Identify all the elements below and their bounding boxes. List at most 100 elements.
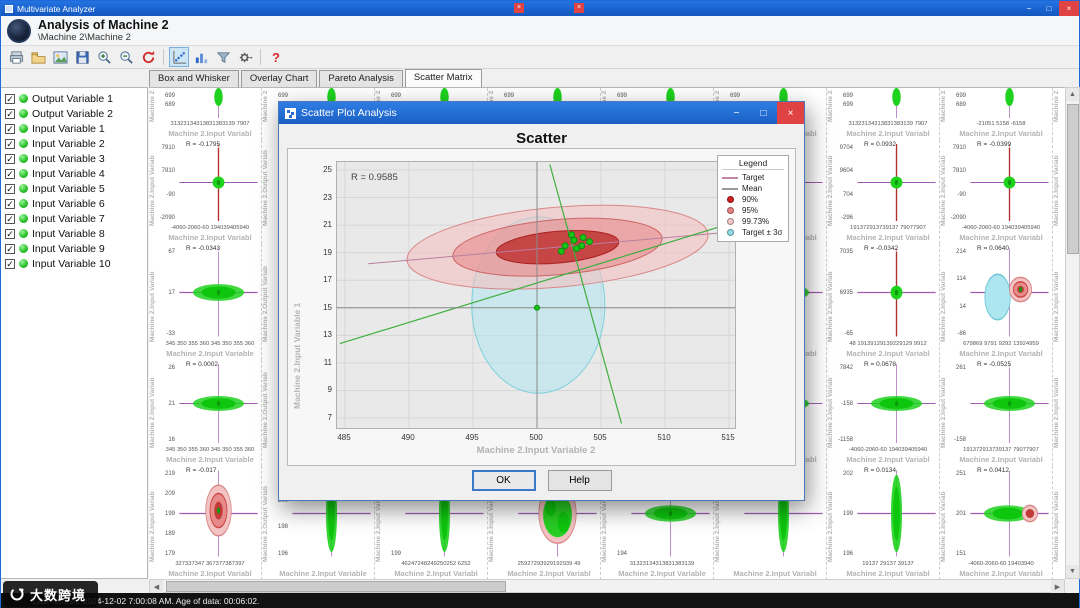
help-button[interactable]: Help xyxy=(547,470,612,491)
close-button[interactable]: × xyxy=(1059,1,1079,16)
dialog-maximize-button[interactable]: □ xyxy=(750,102,777,124)
matrix-cell[interactable]: Machine 2.Input Variab 699689 -21051 5158 … xyxy=(940,88,1053,140)
scroll-right-arrow[interactable]: ▶ xyxy=(1051,580,1064,593)
variable-list-item[interactable]: ✓ Output Variable 2 xyxy=(3,106,145,121)
scroll-down-arrow[interactable]: ▼ xyxy=(1066,565,1079,578)
matrix-cell[interactable]: Machine 2.Input VariabMachine 2.Input Va… xyxy=(1053,88,1065,140)
variable-list-item[interactable]: ✓ Input Variable 7 xyxy=(3,211,145,226)
cell-y-ticks: 26 21 16 xyxy=(168,365,175,443)
variable-checkbox[interactable]: ✓ xyxy=(5,198,15,209)
variable-checkbox[interactable]: ✓ xyxy=(5,138,15,149)
matrix-cell[interactable]: Machine 2.Input Variab 26 21 16 R = 0.0002 34… xyxy=(149,360,262,466)
variable-list-item[interactable]: ✓ Input Variable 1 xyxy=(3,121,145,136)
variable-list-item[interactable]: ✓ Input Variable 4 xyxy=(3,166,145,181)
cell-y-ticks: 261 -158 xyxy=(953,365,966,443)
cell-x-axis-label: Machine 2.Input Variabl xyxy=(507,569,591,578)
cell-x-axis-label: Machine 2.Input Variabl xyxy=(846,455,930,464)
cell-plot xyxy=(854,88,939,121)
cell-x-axis-label: Machine 2.Input Variabl xyxy=(959,455,1043,464)
scroll-left-arrow[interactable]: ◀ xyxy=(150,580,163,593)
matrix-cell[interactable]: Machine 2.Input Variab 699699 313231343138… xyxy=(827,88,940,140)
cell-plot xyxy=(176,88,261,121)
variable-list-item[interactable]: ✓ Input Variable 9 xyxy=(3,241,145,256)
matrix-cell[interactable]: Machine 2.Input VariabMachine 2.Input Va… xyxy=(1053,244,1065,360)
vertical-scrollbar[interactable]: ▲ ▼ xyxy=(1065,87,1080,579)
variable-label: Input Variable 9 xyxy=(32,242,105,255)
x-tick-label: 505 xyxy=(593,433,607,442)
dialog-minimize-button[interactable]: − xyxy=(723,102,750,124)
variable-list-item[interactable]: ✓ Input Variable 5 xyxy=(3,181,145,196)
matrix-cell[interactable]: Machine 2.Input Variab 261 -158 R = -0.0525… xyxy=(940,360,1053,466)
matrix-cell[interactable]: Machine 2.Input Variab 7910 7810 -90 -2090 R … xyxy=(940,140,1053,244)
variable-list-item[interactable]: ✓ Output Variable 1 xyxy=(3,91,145,106)
matrix-cell[interactable]: Machine 2.Input Variab 67 17 -33 R = -0.0343… xyxy=(149,244,262,360)
horizontal-scrollbar[interactable]: ◀ ▶ xyxy=(149,579,1065,593)
matrix-cell[interactable]: Machine 2.Input Variab 7910 7810 -90 -2090 R … xyxy=(149,140,262,244)
cell-plot: R = 0.0134 xyxy=(854,466,939,561)
variable-list-item[interactable]: ✓ Input Variable 8 xyxy=(3,226,145,241)
matrix-cell[interactable]: Machine 2.Input Variab 7842 -158 -1158 R = 0… xyxy=(827,360,940,466)
ok-button[interactable]: OK xyxy=(471,470,536,491)
variable-checkbox[interactable]: ✓ xyxy=(5,153,15,164)
image-icon[interactable] xyxy=(50,47,70,67)
variable-checkbox[interactable]: ✓ xyxy=(5,108,15,119)
background-window-close-button[interactable]: × xyxy=(514,3,524,13)
variable-checkbox[interactable]: ✓ xyxy=(5,168,15,179)
tab-box-and-whisker[interactable]: Box and Whisker xyxy=(149,70,239,87)
save-icon[interactable] xyxy=(72,47,92,67)
legend-title: Legend xyxy=(722,158,784,170)
variable-list-item[interactable]: ✓ Input Variable 2 xyxy=(3,136,145,151)
maximize-button[interactable]: □ xyxy=(1039,1,1059,16)
cell-y-axis-label: Machine 2.Input Variab xyxy=(1053,155,1060,226)
horizontal-scroll-thumb[interactable] xyxy=(166,581,506,592)
tab-pareto-analysis[interactable]: Pareto Analysis xyxy=(319,70,403,87)
variable-checkbox[interactable]: ✓ xyxy=(5,258,15,269)
zoom-in-icon[interactable] xyxy=(94,47,114,67)
zoom-out-icon[interactable] xyxy=(116,47,136,67)
folder-icon[interactable] xyxy=(28,47,48,67)
matrix-cell[interactable]: Machine 2.Input Variab 251 201 151 R = 0.041… xyxy=(940,466,1053,579)
pareto-view-icon[interactable] xyxy=(191,47,211,67)
filter-icon[interactable] xyxy=(213,47,233,67)
variable-checkbox[interactable]: ✓ xyxy=(5,228,15,239)
tab-scatter-matrix[interactable]: Scatter Matrix xyxy=(404,69,482,87)
variable-list-item[interactable]: ✓ Input Variable 6 xyxy=(3,196,145,211)
print-icon[interactable] xyxy=(6,47,26,67)
settings-icon[interactable] xyxy=(235,47,255,67)
cell-r-value: R = -0.0342 xyxy=(864,245,899,252)
scroll-up-arrow[interactable]: ▲ xyxy=(1066,88,1079,101)
scatter-view-icon[interactable] xyxy=(169,47,189,67)
window-titlebar[interactable]: Multivariate Analyzer × × − □ × xyxy=(1,1,1079,16)
variable-checkbox[interactable]: ✓ xyxy=(5,93,15,104)
dialog-titlebar[interactable]: Scatter Plot Analysis − □ × xyxy=(279,102,804,124)
legend-item: Target xyxy=(722,172,784,183)
help-icon[interactable]: ? xyxy=(266,47,286,67)
matrix-cell[interactable]: Machine 2.Input Variab 219 209 199 189 179 R =… xyxy=(149,466,262,579)
variable-list-item[interactable]: ✓ Input Variable 3 xyxy=(3,151,145,166)
cell-x-axis-label: Machine 2.Input Variabl xyxy=(168,233,252,242)
refresh-icon[interactable] xyxy=(138,47,158,67)
matrix-cell[interactable]: Machine 2.Input VariabMachine 2.Input Va… xyxy=(1053,466,1065,579)
cell-y-axis-label: Machine 2.Input Variab xyxy=(827,90,834,122)
matrix-cell[interactable]: Machine 2.Input VariabMachine 2.Input Va… xyxy=(1053,140,1065,244)
matrix-cell[interactable]: Machine 2.Input Variab 214 114 14 -86 R = 0.0… xyxy=(940,244,1053,360)
scatter-plot-svg[interactable]: R = 0.9585 xyxy=(336,161,736,429)
variable-checkbox[interactable]: ✓ xyxy=(5,243,15,254)
matrix-cell[interactable]: Machine 2.Input Variab 9704 9604 704 -296 R =… xyxy=(827,140,940,244)
cell-y-axis-label: Machine 2.Input Variab xyxy=(149,155,156,226)
cell-plot xyxy=(967,88,1052,121)
vertical-scroll-thumb[interactable] xyxy=(1067,104,1079,254)
variable-list-item[interactable]: ✓ Input Variable 10 xyxy=(3,256,145,271)
matrix-cell[interactable]: Machine 2.Input Variab 202 199 196 R = 0.013… xyxy=(827,466,940,579)
variable-checkbox[interactable]: ✓ xyxy=(5,183,15,194)
dialog-close-button[interactable]: × xyxy=(777,102,804,124)
cell-y-axis-label: Machine 2.Input Variab xyxy=(827,155,834,226)
minimize-button[interactable]: − xyxy=(1019,1,1039,16)
tab-overlay-chart[interactable]: Overlay Chart xyxy=(240,70,318,87)
matrix-cell[interactable]: Machine 2.Input Variab 7035 6935 -65 R = -0.… xyxy=(827,244,940,360)
background-window-close-button[interactable]: × xyxy=(574,3,584,13)
variable-checkbox[interactable]: ✓ xyxy=(5,123,15,134)
matrix-cell[interactable]: Machine 2.Input Variab 699689 313231343138… xyxy=(149,88,262,140)
variable-checkbox[interactable]: ✓ xyxy=(5,213,15,224)
matrix-cell[interactable]: Machine 2.Input VariabMachine 2.Input Va… xyxy=(1053,360,1065,466)
